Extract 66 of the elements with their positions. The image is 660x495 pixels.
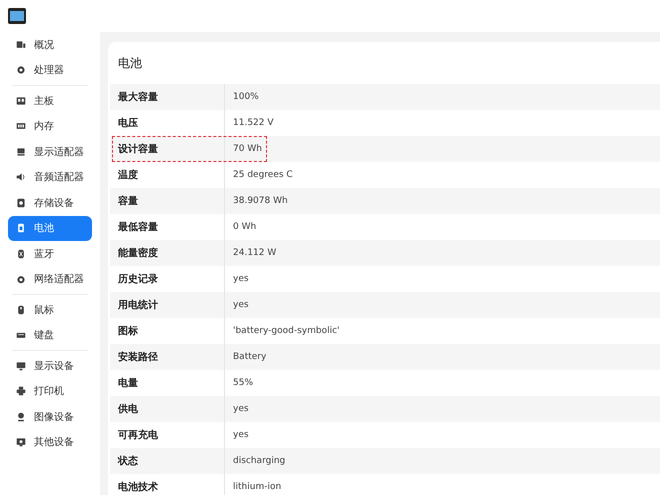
sidebar-item[interactable]: 处理器: [8, 58, 92, 83]
property-label: 安装路径: [118, 350, 158, 364]
property-value: 70 Wh: [232, 144, 262, 154]
device-icon: [16, 437, 26, 448]
sidebar-item[interactable]: 键盘: [8, 322, 92, 348]
sidebar-item[interactable]: 音频适配器: [8, 164, 92, 190]
app-icon: [8, 8, 26, 24]
device-icon: [16, 304, 26, 315]
property-value: 'battery-good-symbolic': [232, 326, 340, 336]
property-label: 温度: [118, 168, 138, 182]
sidebar-item[interactable]: 内存: [8, 114, 92, 139]
property-value: 25 degrees C: [232, 170, 293, 180]
property-value: discharging: [232, 456, 286, 466]
device-icon: [16, 330, 26, 340]
device-icon: [16, 172, 26, 182]
sidebar-item[interactable]: 打印机: [8, 378, 92, 404]
sidebar-item[interactable]: 显示设备: [8, 353, 92, 378]
property-value: 100%: [232, 92, 259, 102]
property-value: 55%: [232, 378, 254, 388]
device-icon: [16, 121, 26, 132]
property-label: 电压: [118, 116, 138, 130]
sidebar-item[interactable]: 蓝牙: [8, 241, 92, 266]
property-value: Battery: [232, 352, 266, 362]
property-value: yes: [232, 300, 249, 310]
sidebar-item[interactable]: 显示适配器: [8, 139, 92, 164]
device-icon: [16, 96, 26, 106]
device-icon: [16, 360, 26, 371]
property-value: lithium-ion: [232, 482, 282, 492]
device-icon: [16, 412, 26, 422]
property-label: 可再充电: [118, 428, 158, 442]
sidebar-item[interactable]: 存储设备: [8, 190, 92, 216]
device-icon: [16, 274, 26, 284]
property-label: 设计容量: [118, 142, 158, 156]
property-value: yes: [232, 274, 249, 284]
property-value: yes: [232, 430, 249, 440]
property-label: 最低容量: [118, 220, 158, 234]
sidebar-item[interactable]: 其他设备: [8, 430, 92, 455]
property-label: 供电: [118, 402, 138, 416]
property-label: 图标: [118, 324, 138, 338]
device-icon: [16, 146, 26, 157]
property-label: 电量: [118, 376, 138, 390]
property-label: 容量: [118, 194, 138, 208]
property-label: 最大容量: [118, 90, 158, 104]
property-value: 38.9078 Wh: [232, 196, 288, 206]
sidebar-item[interactable]: 鼠标: [8, 297, 92, 322]
sidebar-item[interactable]: 电池: [8, 216, 92, 241]
property-label: 状态: [118, 454, 138, 468]
property-value: 0 Wh: [232, 222, 256, 232]
device-icon: [16, 248, 26, 259]
device-icon: [16, 40, 26, 50]
sidebar-item[interactable]: 概况: [8, 32, 92, 58]
device-icon: [16, 198, 26, 208]
property-value: 11.522 V: [232, 118, 274, 128]
device-icon: [16, 65, 26, 76]
sidebar-item[interactable]: 网络适配器: [8, 266, 92, 292]
device-icon: [16, 223, 26, 234]
property-value: yes: [232, 404, 249, 414]
sidebar-item[interactable]: 图像设备: [8, 404, 92, 430]
property-value: 24.112 W: [232, 248, 276, 258]
panel-title: 电池: [118, 54, 142, 72]
property-label: 用电统计: [118, 298, 158, 312]
property-label: 历史记录: [118, 272, 158, 286]
sidebar-item[interactable]: 主板: [8, 88, 92, 114]
property-label: 电池技术: [118, 480, 158, 494]
device-icon: [16, 386, 26, 396]
property-label: 能量密度: [118, 246, 158, 260]
